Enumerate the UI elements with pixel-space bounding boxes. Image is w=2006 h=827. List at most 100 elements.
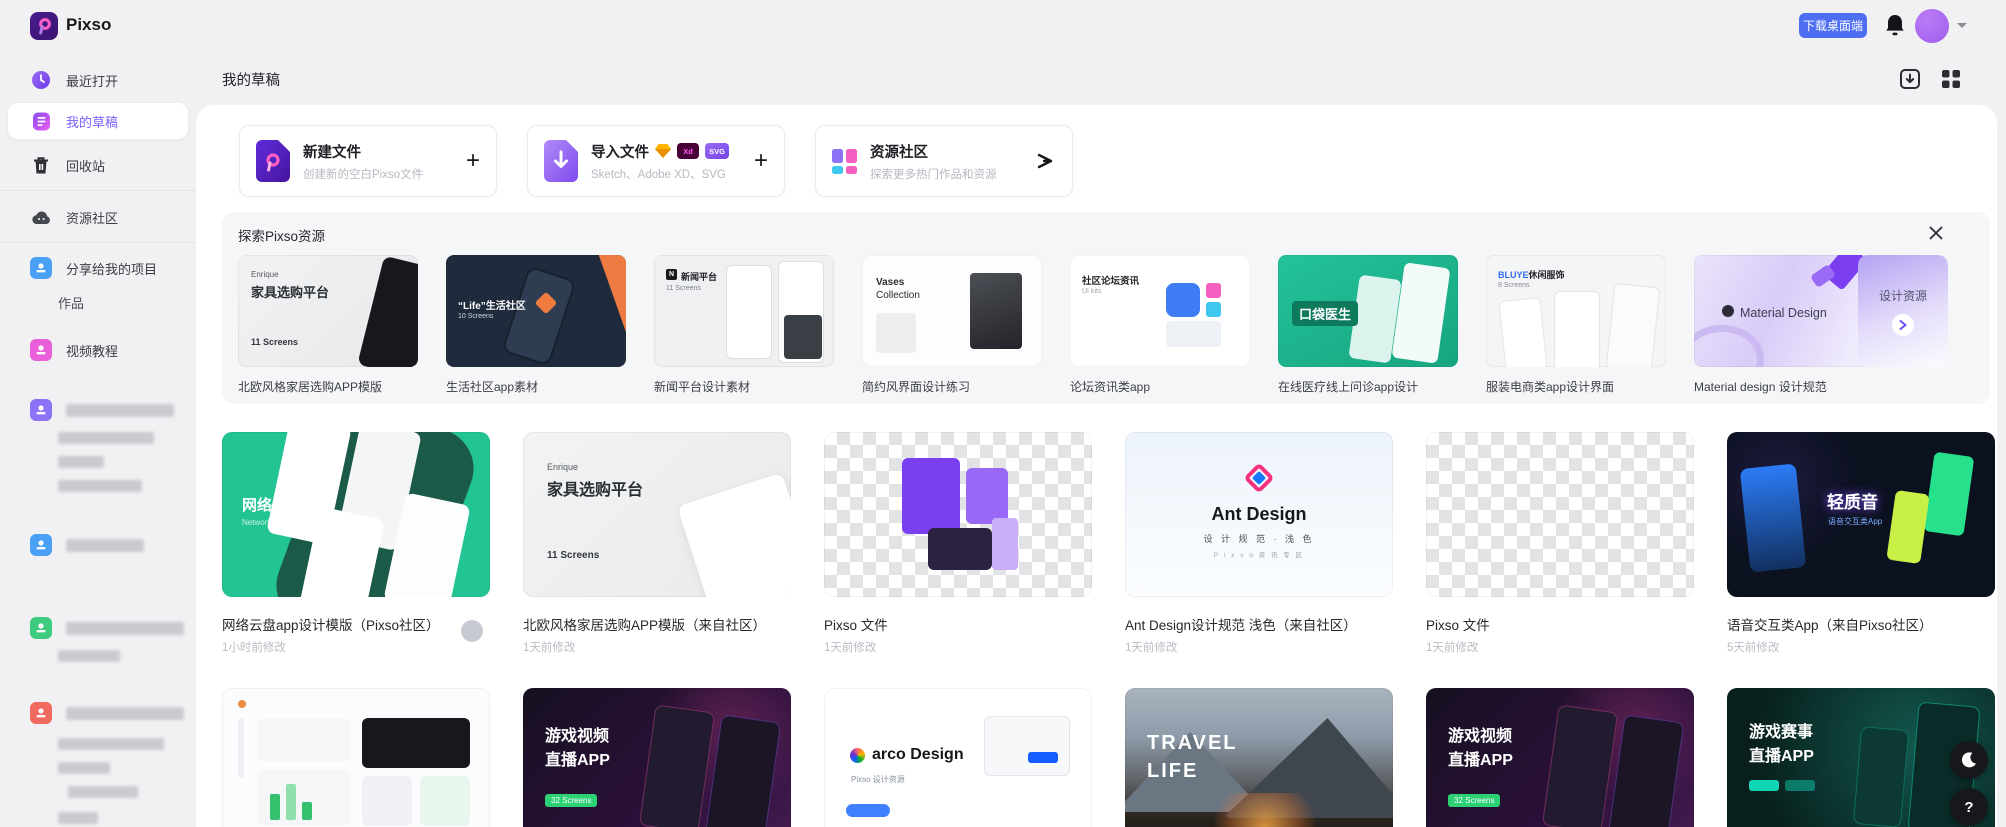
plus-icon[interactable]: +	[466, 149, 480, 173]
import-file-card[interactable]: 导入文件 Xd SVG Sketch、Adobe XD、SVG +	[527, 125, 785, 197]
file-card[interactable]: TRAVEL LIFE	[1125, 688, 1393, 827]
content-panel: 新建文件 创建新的空白Pixso文件 + 导入文件 Xd SVG	[196, 105, 1997, 827]
thumb-text: 设 计 规 范 · 浅 色	[1125, 532, 1393, 545]
sidebar-item-redacted-project[interactable]	[8, 393, 188, 427]
file-thumbnail: 网络云盘App Network Disk App	[222, 432, 490, 597]
banner-resource-card[interactable]: N 新闻平台 11 Screens 新闻平台设计素材	[654, 255, 834, 395]
sidebar-item-tutorial[interactable]: 视频教程	[8, 333, 188, 367]
sidebar-item-redacted-project[interactable]	[8, 611, 188, 645]
banner-resource-card[interactable]: 口袋医生 在线医疗线上问诊app设计	[1278, 255, 1458, 395]
thumb-text: 11 Screens	[251, 337, 298, 347]
file-meta: 1天前修改	[1426, 639, 1694, 655]
sidebar-item-community[interactable]: 资源社区	[8, 200, 188, 234]
thumb-text: BLUYE休闲服饰	[1498, 268, 1565, 281]
file-card[interactable]: Ant Design 设 计 规 范 · 浅 色 P i x s o 资 讯 专…	[1125, 432, 1393, 655]
notification-bell-icon[interactable]	[1884, 14, 1906, 37]
pixso-dashboard: Pixso 下载桌面端 最近打开 我的草稿	[0, 0, 2006, 827]
redacted-subitem[interactable]	[58, 432, 154, 444]
redacted-subitem[interactable]	[58, 762, 110, 774]
sidebar-item-drafts[interactable]: 我的草稿	[8, 103, 188, 139]
file-card[interactable]: Enrique 家具选购平台 11 Screens 北欧风格家居选购APP模版（…	[523, 432, 791, 655]
thumb-text: Collection	[876, 290, 920, 301]
thumb-text: 游戏赛事	[1749, 718, 1813, 742]
dark-mode-toggle[interactable]	[1950, 741, 1988, 779]
pixso-logo-glyph	[35, 17, 53, 35]
sidebar-item-redacted-project[interactable]	[8, 528, 188, 562]
deco-chip	[1785, 780, 1815, 791]
file-meta: 1天前修改	[523, 639, 791, 655]
file-card[interactable]: 游戏视频 直播APP 32 Screens	[523, 688, 791, 827]
redacted-subitem[interactable]	[58, 738, 164, 750]
redacted-subitem[interactable]	[58, 650, 120, 662]
deco	[902, 458, 960, 534]
import-file-icon[interactable]	[1899, 68, 1921, 90]
new-file-doc-icon	[256, 140, 290, 182]
thumb-text: Ant Design	[1125, 504, 1393, 525]
more-label: 设计资源	[1879, 287, 1927, 304]
sidebar-label: 最近打开	[66, 71, 118, 90]
file-card[interactable]: Pixso 文件 1天前修改	[824, 432, 1092, 655]
thumb-text: 直播APP	[545, 746, 610, 770]
sidebar-subitem-works[interactable]: 作品	[58, 293, 84, 312]
banner-resource-card[interactable]: 社区论坛资讯 UI kits 论坛资讯类app	[1070, 255, 1250, 395]
file-thumbnail: TRAVEL LIFE	[1125, 688, 1393, 827]
account-menu-caret-icon[interactable]	[1957, 23, 1967, 28]
banner-resource-label: 论坛资讯类app	[1070, 378, 1250, 395]
card-text: 新建文件 创建新的空白Pixso文件	[303, 141, 466, 182]
thumb-text: Pixso 设计资源	[851, 774, 905, 785]
sidebar-label: 视频教程	[66, 341, 118, 360]
file-card[interactable]: arco Design Pixso 设计资源	[824, 688, 1092, 827]
collaborator-avatar[interactable]	[461, 620, 483, 642]
help-button[interactable]: ?	[1950, 788, 1988, 826]
thumb-text: Enrique	[251, 270, 279, 279]
deco	[1694, 325, 1764, 367]
deco	[984, 716, 1070, 776]
banner-more-card[interactable]: 设计资源	[1858, 255, 1948, 367]
banner-resource-card[interactable]: Material Design Material design 设计规范	[1694, 255, 1874, 395]
sidebar-label: 回收站	[66, 156, 105, 175]
banner-resource-card[interactable]: Enrique 家具选购平台 11 Screens 北欧风格家居选购APP模版	[238, 255, 418, 395]
deco	[1028, 752, 1058, 763]
user-avatar[interactable]	[1915, 9, 1949, 43]
file-card[interactable]: Pixso 文件 1天前修改	[1426, 432, 1694, 655]
sketch-icon	[655, 144, 671, 158]
redacted-subitem[interactable]	[58, 812, 98, 824]
file-title: Ant Design设计规范 浅色（来自社区）	[1125, 614, 1365, 634]
deco	[258, 718, 350, 762]
plus-icon[interactable]: +	[754, 149, 768, 173]
file-card[interactable]: 游戏视频 直播APP 32 Screens	[1426, 688, 1694, 827]
deco	[362, 776, 412, 826]
deco	[238, 700, 246, 708]
deco	[270, 794, 280, 820]
sidebar-item-trash[interactable]: 回收站	[8, 148, 188, 182]
resource-community-card[interactable]: 资源社区 探索更多热门作品和资源	[815, 125, 1073, 197]
deco-photo	[970, 273, 1022, 349]
download-desktop-button[interactable]: 下载桌面端	[1799, 13, 1867, 38]
redacted-subitem[interactable]	[68, 786, 138, 798]
thumb-text: 10 Screens	[458, 313, 493, 320]
banner-resource-label: 简约风界面设计练习	[862, 378, 1042, 395]
deco-phone	[1392, 262, 1451, 363]
grid-view-icon[interactable]	[1940, 68, 1962, 90]
banner-resource-card[interactable]: “Life”生活社区 10 Screens 生活社区app素材	[446, 255, 626, 395]
banner-resource-card[interactable]: BLUYE休闲服饰 8 Screens 服装电商类app设计界面	[1486, 255, 1666, 395]
close-icon[interactable]	[1928, 225, 1944, 241]
redacted-subitem[interactable]	[58, 456, 104, 468]
banner-resource-label: 在线医疗线上问诊app设计	[1278, 378, 1458, 395]
file-title: Pixso 文件	[1426, 614, 1666, 634]
file-card[interactable]: 轻质音 语音交互类App 语音交互类App（来自Pixso社区） 5天前修改	[1727, 432, 1995, 655]
deco-phone	[1853, 726, 1909, 827]
sidebar-item-redacted-project[interactable]	[8, 696, 188, 730]
file-card[interactable]	[222, 688, 490, 827]
banner-resource-card[interactable]: Vases Collection 简约风界面设计练习	[862, 255, 1042, 395]
deco-phone	[1740, 463, 1807, 572]
sidebar-item-recent[interactable]: 最近打开	[8, 63, 188, 97]
arrow-right-icon[interactable]	[1036, 152, 1056, 170]
file-card[interactable]: 网络云盘App Network Disk App 网络云盘app设计模版（Pix…	[222, 432, 490, 655]
sidebar-item-shared[interactable]: 分享给我的项目	[8, 251, 188, 285]
deco-phone	[1886, 490, 1929, 564]
new-file-card[interactable]: 新建文件 创建新的空白Pixso文件 +	[239, 125, 497, 197]
redacted-subitem[interactable]	[58, 480, 142, 492]
chevron-right-icon	[1892, 314, 1914, 336]
pixso-logo-icon[interactable]	[30, 12, 58, 40]
